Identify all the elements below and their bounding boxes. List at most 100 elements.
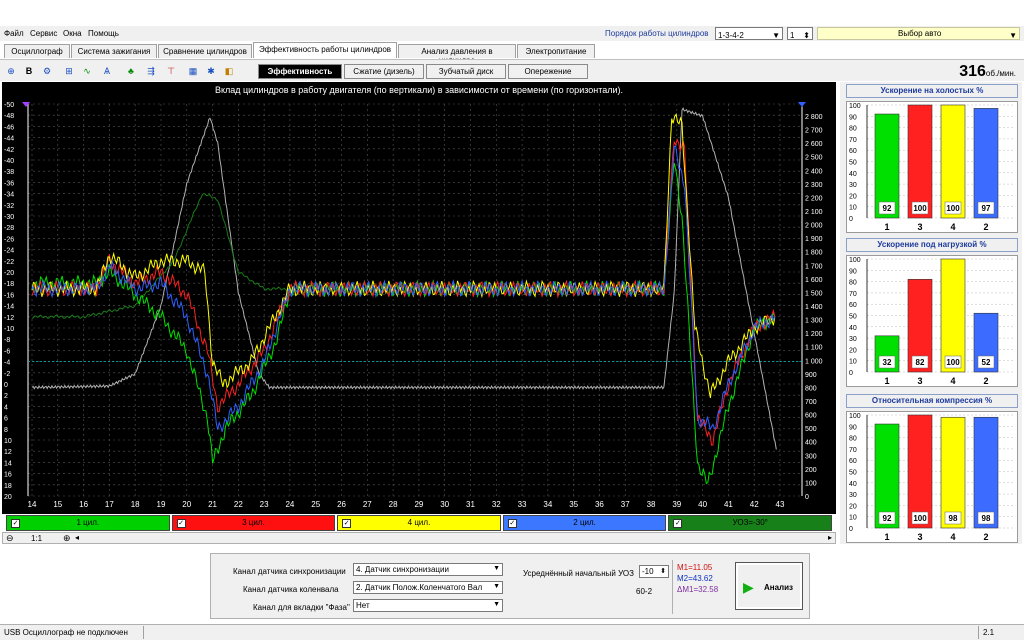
cylinder-4-series-line <box>31 112 776 398</box>
bar-y-tick: 30 <box>849 182 857 189</box>
bar-y-tick: 90 <box>849 424 857 431</box>
bar-cylinder-label: 3 <box>917 222 922 232</box>
efficiency-plot[interactable]: Вклад цилиндров в работу двигателя (по в… <box>2 82 836 514</box>
bold-b-icon[interactable]: B <box>22 64 36 78</box>
legend-checkbox[interactable]: ✓ <box>176 519 186 528</box>
y-left-tick-label: -14 <box>4 304 14 311</box>
y-right-tick-label: 1 800 <box>805 250 823 257</box>
tab-power-supply[interactable]: Электропитание <box>517 44 595 58</box>
spin-arrows-icon: ⬍ <box>660 568 666 575</box>
marker-icon[interactable]: ⊤ <box>164 64 178 78</box>
sync-channel-value: 4. Датчик синхронизации <box>356 565 449 574</box>
legend-checkbox[interactable]: ✓ <box>11 519 20 528</box>
zoom-in-icon[interactable]: ⊕ <box>63 533 71 544</box>
wave-icon[interactable]: ∿ <box>80 64 94 78</box>
tab-pressure-analysis[interactable]: Анализ давления в цилиндре <box>398 44 516 65</box>
legend-item[interactable]: ✓ 2 цил. <box>502 515 667 531</box>
legend-checkbox[interactable]: ✓ <box>342 519 352 528</box>
y-left-tick-label: -6 <box>4 348 10 355</box>
y-right-tick-label: 0 <box>805 494 809 501</box>
y-right-tick-label: 700 <box>805 399 817 406</box>
bar-y-tick: 30 <box>849 336 857 343</box>
panel-title: Относительная компрессия % <box>846 394 1018 408</box>
menu-service[interactable]: Сервис <box>30 29 57 38</box>
bar <box>940 104 966 219</box>
right-marker-icon[interactable] <box>798 102 806 107</box>
cylinder-spin[interactable]: 1 ⬍ <box>787 27 813 40</box>
legend-item[interactable]: ✓ УОЗ=-30° <box>668 515 832 531</box>
y-left-tick-label: -50 <box>4 102 14 109</box>
bar-y-tick: 0 <box>849 370 853 377</box>
chart-icon[interactable]: ▦ <box>186 64 200 78</box>
analyze-button[interactable]: ▶ Анализ <box>735 562 803 610</box>
cylinder-spin-value: 1 <box>790 31 795 40</box>
bar-cylinder-label: 2 <box>983 532 988 542</box>
subtab-compression[interactable]: Сжатие (дизель) <box>344 64 424 79</box>
bar-chart: 10090807060504030201009211003984982 <box>849 413 1015 542</box>
scroll-right-icon[interactable]: ▸ <box>828 533 832 542</box>
bar-value-label: 100 <box>913 514 927 523</box>
scroll-left-icon[interactable]: ◂ <box>75 533 79 542</box>
bar <box>907 414 933 529</box>
x-tick-label: 35 <box>569 500 578 509</box>
uoz-spin[interactable]: -10 ⬍ <box>639 565 669 578</box>
bar <box>940 258 966 373</box>
dropdown-arrow-icon: ▼ <box>772 31 780 40</box>
y-right-tick-label: 1 000 <box>805 358 823 365</box>
play-icon: ▶ <box>743 579 754 595</box>
car-select[interactable]: Выбор авто ▼ <box>817 27 1020 40</box>
tab-ignition[interactable]: Система зажигания <box>71 44 157 58</box>
y-right-tick-label: 900 <box>805 372 817 379</box>
zoom-out-icon[interactable]: ⊖ <box>6 533 14 544</box>
subtab-efficiency[interactable]: Эффективность <box>258 64 342 79</box>
y-right-tick-label: 1 500 <box>805 290 823 297</box>
bar-y-tick: 10 <box>849 205 857 212</box>
bar <box>973 416 999 529</box>
x-tick-label: 37 <box>621 500 630 509</box>
divider <box>978 626 979 639</box>
legend-item[interactable]: ✓ 4 цил. <box>337 515 501 531</box>
y-right-tick-label: 2 500 <box>805 155 823 162</box>
settings-icon[interactable]: ✱ <box>204 64 218 78</box>
x-tick-label: 41 <box>724 500 733 509</box>
tab-cylinder-efficiency[interactable]: Эффективность работы цилиндров <box>253 42 397 58</box>
y-right-tick-label: 2 000 <box>805 223 823 230</box>
bar-cylinder-label: 2 <box>983 222 988 232</box>
subtab-advance[interactable]: Опережение <box>508 64 588 79</box>
y-left-tick-label: -24 <box>4 248 14 255</box>
menu-file[interactable]: Файл <box>4 29 24 38</box>
legend-item[interactable]: ✓ 3 цил. <box>171 515 336 531</box>
menu-windows[interactable]: Окна <box>63 29 82 38</box>
y-left-tick-label: -28 <box>4 225 14 232</box>
phase-channel-select[interactable]: Нет ▼ <box>353 599 503 612</box>
delta-m-value: ΔM1=32.58 <box>677 585 719 594</box>
crank-channel-select[interactable]: 2. Датчик Полож.Коленчатого Вал ▼ <box>353 581 503 594</box>
y-left-tick-label: 20 <box>4 494 12 501</box>
x-tick-label: 36 <box>595 500 604 509</box>
sync-channel-select[interactable]: 4. Датчик синхронизации ▼ <box>353 563 503 576</box>
legend-checkbox[interactable]: ✓ <box>673 519 683 528</box>
y-left-tick-label: 4 <box>4 404 8 411</box>
tab-cylinder-compare[interactable]: Сравнение цилиндров <box>158 44 252 58</box>
right-panel: Ускорение на холостых % 100 90 80 70 60 50 40 30… <box>840 82 1022 544</box>
scale-icon[interactable]: ◧ <box>222 64 236 78</box>
legend-checkbox[interactable]: ✓ <box>507 519 517 528</box>
measure-icon[interactable]: ⊞ <box>62 64 76 78</box>
algorithm-icon[interactable]: Ѧ <box>100 64 114 78</box>
bar-y-tick: 60 <box>849 148 857 155</box>
tree-icon[interactable]: ♣ <box>124 64 138 78</box>
y-right-tick-label: 500 <box>805 426 817 433</box>
crosshair-icon[interactable]: ⊕ <box>4 64 18 78</box>
engine-icon[interactable]: ⚙ <box>40 64 54 78</box>
cylinder-order-select[interactable]: 1-3-4-2 ▼ <box>715 27 783 40</box>
legend-item[interactable]: ✓ 1 цил. <box>6 515 170 531</box>
subtab-gear-disk[interactable]: Зубчатый диск <box>426 64 506 79</box>
menu-help[interactable]: Помощь <box>88 29 119 38</box>
y-right-tick-label: 2 600 <box>805 141 823 148</box>
tab-oscilloscope[interactable]: Осциллограф <box>4 44 70 58</box>
filter-icon[interactable]: ⇶ <box>144 64 158 78</box>
left-marker-icon[interactable] <box>22 102 30 107</box>
bar-y-tick: 0 <box>849 526 853 533</box>
x-tick-label: 38 <box>647 500 656 509</box>
cylinder-1-series-line <box>31 162 776 485</box>
